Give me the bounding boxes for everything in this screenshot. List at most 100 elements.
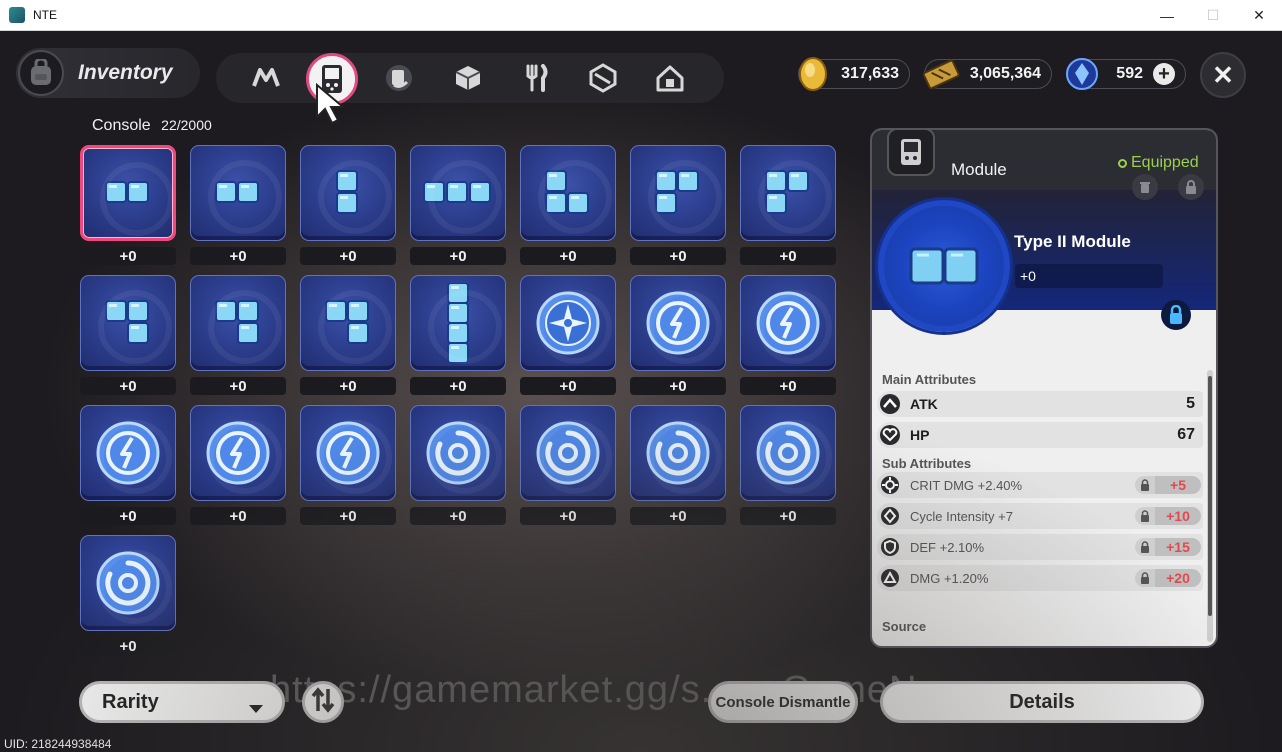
- ring-disc-icon: [80, 535, 176, 631]
- equipped-status: Equipped: [1118, 154, 1199, 172]
- block-j-icon: [300, 275, 396, 371]
- item-level: +0: [740, 507, 836, 525]
- item-level: +0: [190, 247, 286, 265]
- item-level: +0: [80, 247, 176, 265]
- tab-box-icon[interactable]: [446, 56, 490, 100]
- equipped-dot-icon: [1118, 158, 1127, 168]
- sub-attribute-name: CRIT DMG +2.40%: [910, 477, 1023, 493]
- add-crystal-button[interactable]: +: [1153, 63, 1175, 85]
- ring-disc-icon: [410, 405, 506, 501]
- def-icon: [879, 536, 901, 558]
- item-level: +0: [630, 507, 726, 525]
- window-close-button[interactable]: ✕: [1236, 0, 1282, 31]
- equipped-label: Equipped: [1131, 154, 1199, 171]
- bolt-disc-icon: [740, 275, 836, 371]
- inventory-item[interactable]: +0: [740, 145, 836, 265]
- ticket-currency: 3,065,364: [922, 59, 1052, 90]
- block-2v-icon: [300, 145, 396, 241]
- tab-n-logo-icon[interactable]: [244, 56, 288, 100]
- inventory-item[interactable]: +0: [80, 535, 176, 655]
- cycle-icon: [879, 505, 901, 527]
- bolt-disc-icon: [300, 405, 396, 501]
- inventory-item[interactable]: +0: [410, 145, 506, 265]
- lock-icon[interactable]: [1135, 476, 1155, 494]
- lock-icon[interactable]: [1135, 569, 1155, 587]
- inventory-item[interactable]: +0: [300, 275, 396, 395]
- console-dismantle-button[interactable]: Console Dismantle: [708, 681, 858, 723]
- tab-home-icon[interactable]: [648, 56, 692, 100]
- sort-order-button[interactable]: [302, 681, 344, 723]
- item-level: +0: [410, 377, 506, 395]
- inventory-item[interactable]: +0: [630, 145, 726, 265]
- scrollbar-thumb[interactable]: [1208, 376, 1212, 616]
- inventory-item[interactable]: +0: [190, 145, 286, 265]
- inventory-item[interactable]: +0: [300, 405, 396, 525]
- main-attribute-row: ATK 5: [877, 391, 1203, 417]
- crit-icon: [879, 474, 901, 496]
- lock-icon[interactable]: [1178, 174, 1204, 200]
- tab-book-icon[interactable]: [377, 56, 421, 100]
- rarity-label: Rarity: [102, 690, 159, 713]
- item-level: +0: [80, 637, 176, 655]
- lock-icon[interactable]: [1135, 507, 1155, 525]
- block-r-icon: [630, 145, 726, 241]
- item-level: +0: [410, 507, 506, 525]
- item-level: +0: [190, 507, 286, 525]
- inventory-item[interactable]: +0: [190, 275, 286, 395]
- sub-attribute-name: DEF +2.10%: [910, 539, 985, 555]
- panel-scrollbar[interactable]: [1207, 370, 1213, 642]
- inventory-item[interactable]: +0: [80, 405, 176, 525]
- minimize-button[interactable]: —: [1144, 0, 1190, 31]
- block-2h-icon: [80, 145, 176, 241]
- inventory-item[interactable]: +0: [630, 405, 726, 525]
- bolt-disc-icon: [80, 405, 176, 501]
- mouse-cursor-icon: [314, 82, 348, 130]
- item-level: +0: [300, 247, 396, 265]
- inventory-item[interactable]: +0: [410, 405, 506, 525]
- page-title: Inventory: [78, 61, 173, 84]
- sub-attribute-bonus: +10: [1155, 507, 1201, 525]
- item-level: +0: [300, 507, 396, 525]
- inventory-item[interactable]: +0: [740, 405, 836, 525]
- attribute-name: HP: [910, 427, 930, 443]
- rarity-sort-dropdown[interactable]: Rarity: [79, 681, 285, 723]
- inventory-item[interactable]: +0: [80, 275, 176, 395]
- inventory-item[interactable]: +0: [520, 145, 616, 265]
- item-level: +0: [190, 377, 286, 395]
- ring-disc-icon: [520, 405, 616, 501]
- trash-icon[interactable]: [1132, 174, 1158, 200]
- atk-icon: [879, 393, 901, 415]
- inventory-item[interactable]: +0: [520, 275, 616, 395]
- inventory-item[interactable]: +0: [80, 145, 176, 265]
- sub-attribute-bonus: +15: [1155, 538, 1201, 556]
- sub-attribute-bonus: +20: [1155, 569, 1201, 587]
- lock-icon[interactable]: [1135, 538, 1155, 556]
- module-detail-panel: Module Equipped Type II Module +0 Main A…: [870, 128, 1218, 648]
- inventory-item[interactable]: +0: [630, 275, 726, 395]
- inventory-item[interactable]: +0: [740, 275, 836, 395]
- item-level: +0: [630, 377, 726, 395]
- inventory-item[interactable]: +0: [520, 405, 616, 525]
- bolt-disc-icon: [630, 275, 726, 371]
- tab-gift-box-icon[interactable]: [581, 56, 625, 100]
- item-level: +0: [520, 377, 616, 395]
- maximize-button[interactable]: ☐: [1190, 0, 1236, 31]
- tab-fork-knife-icon[interactable]: [514, 56, 558, 100]
- lock-toggle-icon[interactable]: [1161, 300, 1191, 330]
- inventory-item[interactable]: +0: [410, 275, 506, 395]
- inventory-item[interactable]: +0: [190, 405, 286, 525]
- sub-attribute-row: Cycle Intensity +7 +10: [877, 503, 1203, 529]
- item-level: +0: [520, 507, 616, 525]
- crystal-amount: 592: [1116, 65, 1143, 82]
- inventory-item[interactable]: +0: [300, 145, 396, 265]
- user-id: UID: 218244938484: [4, 737, 112, 751]
- details-button[interactable]: Details: [880, 681, 1204, 723]
- close-inventory-button[interactable]: ✕: [1200, 52, 1246, 98]
- sub-attribute-name: Cycle Intensity +7: [910, 508, 1013, 524]
- sub-attribute-name: DMG +1.20%: [910, 570, 989, 586]
- window-titlebar: NTE — ☐ ✕: [0, 0, 1282, 31]
- block-l-icon: [520, 145, 616, 241]
- block-2h-icon: [190, 145, 286, 241]
- main-attributes-title: Main Attributes: [882, 372, 977, 387]
- caret-down-icon: [248, 697, 264, 720]
